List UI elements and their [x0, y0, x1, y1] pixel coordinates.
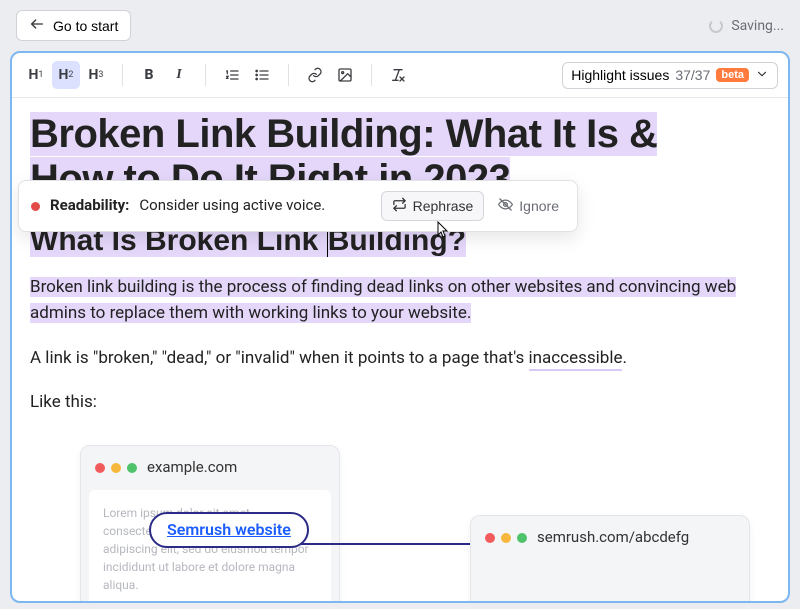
spinner-icon: [709, 19, 723, 33]
h3-button[interactable]: H3: [82, 61, 110, 89]
editor-panel: H1 H2 H3 B I: [10, 51, 790, 603]
ordered-list-button[interactable]: [218, 61, 246, 89]
go-to-start-label: Go to start: [53, 18, 118, 34]
browser-mock-left: example.com Lorem ipsum dolor sit amet, …: [80, 445, 340, 603]
rephrase-label: Rephrase: [413, 198, 474, 214]
bold-button[interactable]: B: [135, 61, 163, 89]
rephrase-button[interactable]: Rephrase: [381, 191, 485, 221]
toolbar-divider: [205, 64, 206, 86]
paragraph: Like this:: [30, 389, 770, 415]
browser-bar: semrush.com/abcdefg: [471, 516, 749, 559]
editor-content[interactable]: Broken Link Building: What It Is & How t…: [12, 98, 788, 603]
browser-mock-right: semrush.com/abcdefg: [470, 515, 750, 603]
ignore-button[interactable]: Ignore: [492, 192, 565, 220]
highlight-issues-label: Highlight issues: [571, 67, 669, 83]
suggestion-category: Readability:: [50, 194, 129, 217]
suggestion-message: Consider using active voice.: [139, 194, 325, 217]
toolbar-divider: [371, 64, 372, 86]
paragraph: A link is "broken," "dead," or "invalid"…: [30, 345, 770, 371]
illustration: example.com Lorem ipsum dolor sit amet, …: [30, 445, 770, 603]
clear-format-button[interactable]: [384, 61, 412, 89]
browser-bar: example.com: [81, 446, 339, 489]
eye-off-icon: [498, 197, 513, 215]
browser-body: Lorem ipsum dolor sit amet, consectetur …: [89, 490, 331, 603]
insert-group: [301, 61, 359, 89]
toolbar-divider: [288, 64, 289, 86]
beta-badge: beta: [716, 68, 749, 82]
ignore-label: Ignore: [519, 198, 559, 214]
heading-group: H1 H2 H3: [22, 61, 110, 89]
saving-label: Saving...: [731, 18, 784, 34]
chevron-down-icon: [755, 67, 769, 84]
editor-toolbar: H1 H2 H3 B I: [12, 53, 788, 98]
image-button[interactable]: [331, 61, 359, 89]
list-group: [218, 61, 276, 89]
refresh-icon: [392, 197, 407, 215]
browser-address: example.com: [147, 456, 237, 479]
traffic-lights-icon: [95, 463, 137, 473]
link-chip: Semrush website: [149, 512, 309, 548]
highlight-issues-count: 37/37: [675, 67, 710, 83]
h2-button[interactable]: H2: [52, 61, 80, 89]
format-group: B I: [135, 61, 193, 89]
italic-button[interactable]: I: [165, 61, 193, 89]
paragraph: Broken link building is the process of f…: [30, 274, 770, 327]
h1-button[interactable]: H1: [22, 61, 50, 89]
severity-dot-icon: [31, 202, 40, 211]
unordered-list-button[interactable]: [248, 61, 276, 89]
arrow-left-icon: [29, 16, 45, 35]
browser-address: semrush.com/abcdefg: [537, 526, 689, 549]
traffic-lights-icon: [485, 533, 527, 543]
toolbar-left: H1 H2 H3 B I: [22, 61, 412, 89]
go-to-start-button[interactable]: Go to start: [16, 10, 131, 41]
top-bar: Go to start Saving...: [0, 0, 800, 51]
link-button[interactable]: [301, 61, 329, 89]
suggestion-popover: Readability: Consider using active voice…: [18, 180, 578, 232]
highlight-issues-button[interactable]: Highlight issues 37/37 beta: [562, 62, 778, 89]
toolbar-divider: [122, 64, 123, 86]
saving-indicator: Saving...: [709, 18, 784, 34]
